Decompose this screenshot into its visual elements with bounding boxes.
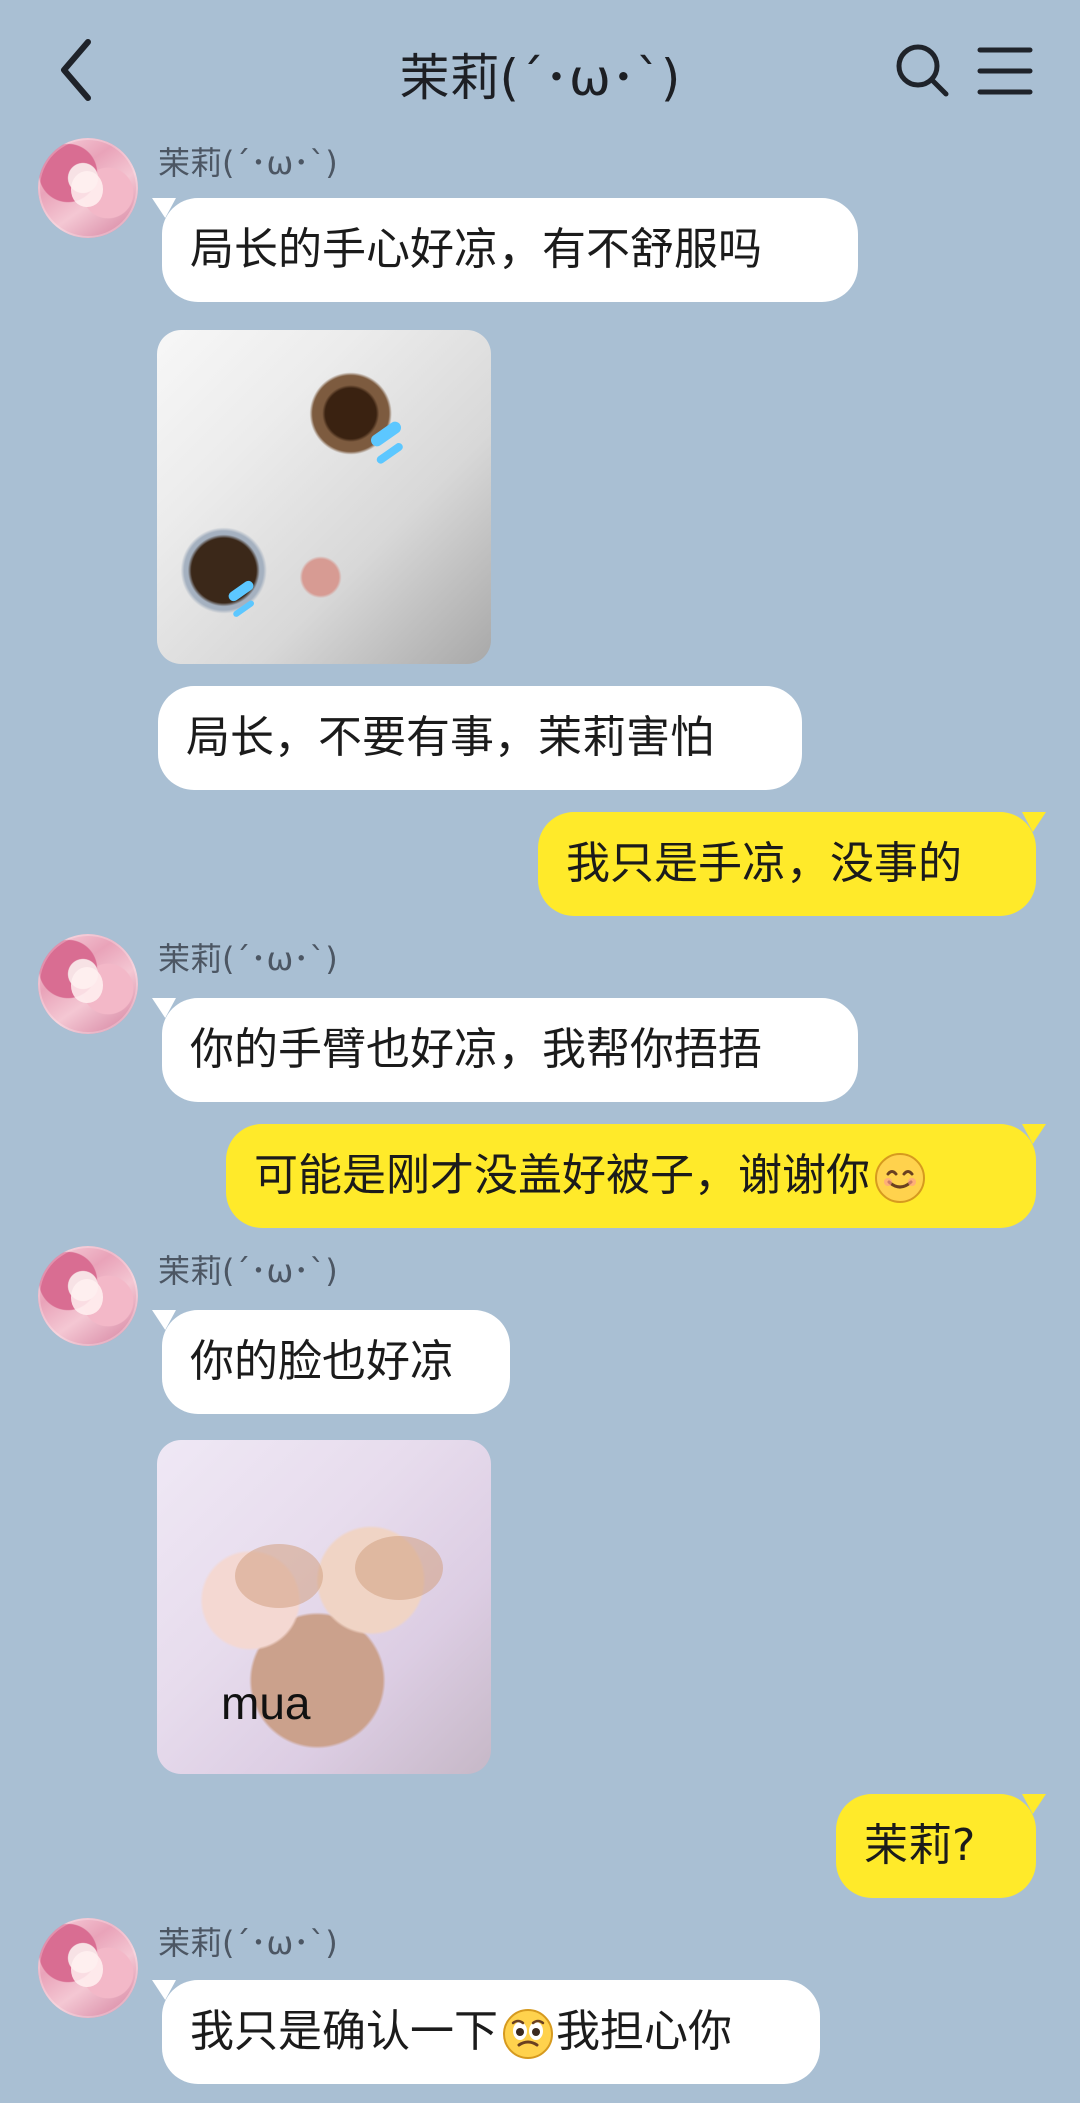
sender-name: 茉莉(´･ω･`) <box>158 144 338 182</box>
incoming-message-bubble[interactable]: 你的手臂也好凉，我帮你捂捂 <box>162 998 858 1102</box>
chat-header: 茉莉(´･ω･`) <box>0 0 1080 140</box>
sender-name: 茉莉(´･ω･`) <box>158 1924 338 1962</box>
sender-avatar[interactable] <box>38 1246 138 1346</box>
search-button[interactable] <box>888 36 958 106</box>
sticker-caption: mua <box>221 1677 311 1729</box>
menu-icon <box>977 47 1033 95</box>
cat-tears-sticker[interactable] <box>157 330 491 664</box>
incoming-message-bubble[interactable]: 我只是确认一下 我担心你 <box>162 1980 820 2084</box>
kittens-kiss-sticker[interactable]: mua <box>157 1440 491 1774</box>
sender-avatar[interactable] <box>38 934 138 1034</box>
sender-avatar[interactable] <box>38 138 138 238</box>
pleading-emoji <box>503 2009 553 2059</box>
smile-emoji <box>875 1153 925 1203</box>
outgoing-message-bubble[interactable]: 茉莉? <box>836 1794 1036 1898</box>
message-text: 可能是刚才没盖好被子，谢谢你 <box>254 1150 870 1201</box>
message-text: 我担心你 <box>556 2006 732 2057</box>
search-icon <box>896 44 949 97</box>
menu-button[interactable] <box>970 36 1040 106</box>
sender-avatar[interactable] <box>38 1918 138 2018</box>
outgoing-message-bubble[interactable]: 我只是手凉，没事的 <box>538 812 1036 916</box>
incoming-message-bubble[interactable]: 局长的手心好凉，有不舒服吗 <box>162 198 858 302</box>
incoming-message-bubble[interactable]: 局长，不要有事，茉莉害怕 <box>158 686 802 790</box>
message-text: 我只是确认一下 <box>190 2006 498 2057</box>
sender-name: 茉莉(´･ω･`) <box>158 1252 338 1290</box>
outgoing-message-bubble[interactable]: 可能是刚才没盖好被子，谢谢你 <box>226 1124 1036 1228</box>
incoming-message-bubble[interactable]: 你的脸也好凉 <box>162 1310 510 1414</box>
sender-name: 茉莉(´･ω･`) <box>158 940 338 978</box>
